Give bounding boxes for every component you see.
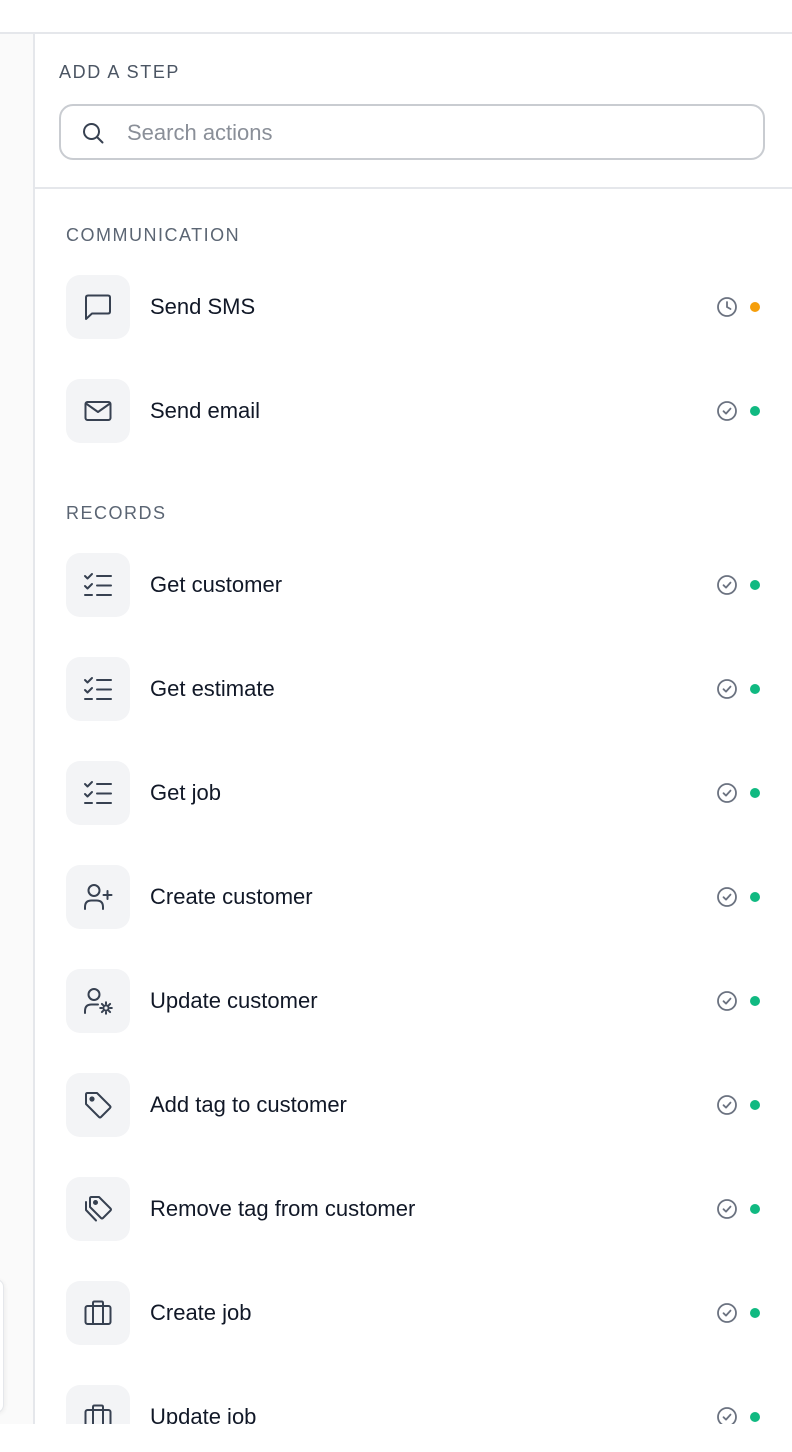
action-item-get-estimate[interactable]: Get estimate: [66, 657, 766, 721]
tag-icon: [85, 1092, 112, 1119]
canvas-node-edge[interactable]: [0, 1279, 4, 1413]
action-label: Send email: [150, 398, 261, 423]
action-item-create-job[interactable]: Create job: [66, 1281, 766, 1345]
tags-icon: [85, 1196, 112, 1222]
action-icon-box: [66, 1385, 130, 1424]
briefcase-icon: [84, 1404, 112, 1424]
search-icon: [83, 123, 104, 144]
check-circle-icon: [717, 991, 737, 1011]
action-icon-box: [66, 969, 130, 1033]
check-circle-icon: [717, 1303, 737, 1323]
panel-header: ADD A STEP: [35, 34, 792, 189]
action-item-send-sms[interactable]: Send SMS: [66, 275, 766, 339]
check-circle-icon: [717, 401, 737, 421]
app-page: ADD A STEP COMMUNICATION Send SMS: [0, 0, 792, 1452]
workflow-canvas[interactable]: [0, 34, 35, 1424]
status-dot-ready: [750, 1100, 760, 1110]
action-label: Get customer: [150, 572, 283, 597]
status-dot-ready: [750, 788, 760, 798]
check-circle-icon: [717, 1199, 737, 1219]
check-circle-icon: [717, 887, 737, 907]
briefcase-icon: [84, 1300, 112, 1325]
action-icon-box: [66, 1073, 130, 1137]
status-dot-ready: [750, 1204, 760, 1214]
action-item-update-job[interactable]: Update job: [66, 1385, 766, 1424]
action-label: Update job: [150, 1404, 257, 1424]
action-icon-box: [66, 1177, 130, 1241]
mail-icon: [84, 401, 112, 421]
action-label: Send SMS: [150, 294, 256, 319]
add-step-panel: ADD A STEP COMMUNICATION Send SMS: [35, 34, 792, 1424]
bottom-edge: [0, 1424, 792, 1452]
action-icon-box: [66, 379, 130, 443]
action-label: Get job: [150, 780, 221, 805]
status-dot-ready: [750, 580, 760, 590]
action-icon-box: [66, 275, 130, 339]
action-item-create-customer[interactable]: Create customer: [66, 865, 766, 929]
panel-title: ADD A STEP: [59, 62, 181, 82]
action-label: Update customer: [150, 988, 318, 1013]
checklist-icon: [84, 677, 112, 700]
checklist-icon: [84, 781, 112, 804]
action-icon-box: [66, 1281, 130, 1345]
status-dot-ready: [750, 1412, 760, 1422]
section-records-title: RECORDS: [66, 503, 167, 523]
check-circle-icon: [717, 575, 737, 595]
action-label: Create customer: [150, 884, 313, 909]
search-box[interactable]: [59, 104, 765, 160]
message-square-icon: [85, 294, 111, 320]
action-label: Add tag to customer: [150, 1092, 347, 1117]
action-item-get-job[interactable]: Get job: [66, 761, 766, 825]
action-item-add-tag[interactable]: Add tag to customer: [66, 1073, 766, 1137]
status-dot-ready: [750, 684, 760, 694]
top-bar: [0, 0, 792, 34]
status-dot-ready: [750, 892, 760, 902]
checklist-icon: [84, 573, 112, 596]
action-label: Remove tag from customer: [150, 1196, 416, 1221]
action-icon-box: [66, 657, 130, 721]
clock-icon: [717, 297, 737, 317]
check-circle-icon: [717, 679, 737, 699]
status-dot-ready: [750, 996, 760, 1006]
action-icon-box: [66, 553, 130, 617]
user-plus-icon: [84, 884, 113, 910]
search-input[interactable]: [125, 114, 729, 152]
action-icon-box: [66, 761, 130, 825]
action-label: Get estimate: [150, 676, 275, 701]
status-dot-ready: [750, 406, 760, 416]
check-circle-icon: [717, 783, 737, 803]
action-item-update-customer[interactable]: Update customer: [66, 969, 766, 1033]
section-communication-title: COMMUNICATION: [66, 225, 241, 245]
user-cog-icon: [84, 988, 113, 1015]
check-circle-icon: [717, 1095, 737, 1115]
action-item-get-customer[interactable]: Get customer: [66, 553, 766, 617]
action-label: Create job: [150, 1300, 252, 1325]
action-item-remove-tag[interactable]: Remove tag from customer: [66, 1177, 766, 1241]
status-dot-pending: [750, 302, 760, 312]
action-icon-box: [66, 865, 130, 929]
action-item-send-email[interactable]: Send email: [66, 379, 766, 443]
status-dot-ready: [750, 1308, 760, 1318]
check-circle-icon: [717, 1407, 737, 1424]
